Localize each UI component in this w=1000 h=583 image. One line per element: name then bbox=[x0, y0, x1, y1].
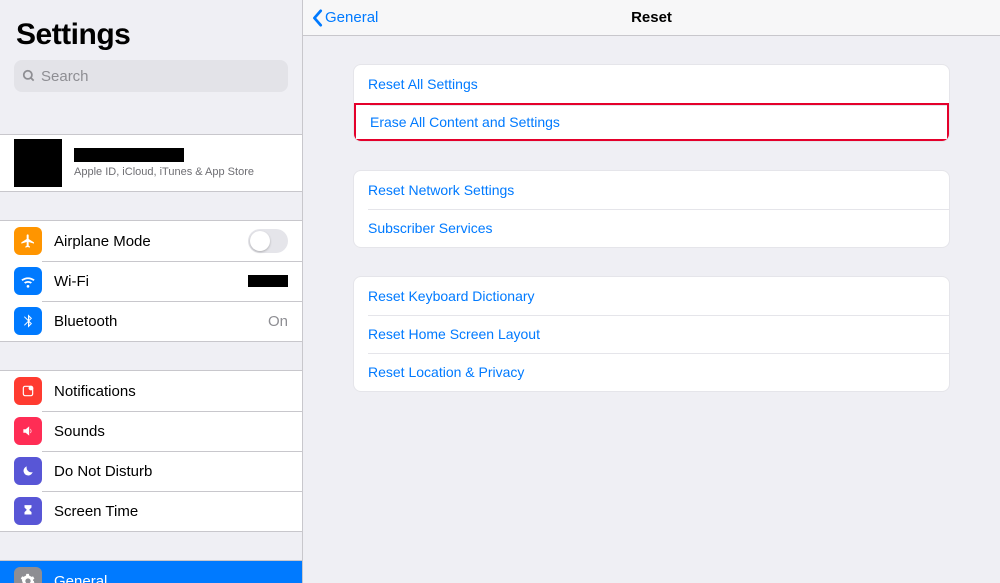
dnd-label: Do Not Disturb bbox=[54, 463, 288, 480]
notifications-label: Notifications bbox=[54, 383, 288, 400]
reset-location-privacy[interactable]: Reset Location & Privacy bbox=[354, 353, 949, 391]
airplane-icon bbox=[14, 227, 42, 255]
bluetooth-value: On bbox=[268, 313, 288, 330]
wifi-row[interactable]: Wi-Fi bbox=[0, 261, 302, 301]
app-root: Settings Search Apple ID, iCloud, iTunes… bbox=[0, 0, 1000, 583]
subscriber-services[interactable]: Subscriber Services bbox=[354, 209, 949, 247]
reset-card-2: Reset Network Settings Subscriber Servic… bbox=[353, 170, 950, 248]
reset-card-3: Reset Keyboard Dictionary Reset Home Scr… bbox=[353, 276, 950, 392]
sounds-label: Sounds bbox=[54, 423, 288, 440]
gear-icon bbox=[14, 567, 42, 583]
screen-time-row[interactable]: Screen Time bbox=[0, 491, 302, 531]
wifi-value-redacted bbox=[248, 275, 288, 287]
search-container: Search bbox=[0, 60, 302, 102]
reset-all-settings[interactable]: Reset All Settings bbox=[354, 65, 949, 103]
moon-icon bbox=[14, 457, 42, 485]
back-button[interactable]: General bbox=[303, 9, 378, 27]
reset-network-settings[interactable]: Reset Network Settings bbox=[354, 171, 949, 209]
search-input[interactable]: Search bbox=[14, 60, 288, 92]
search-placeholder: Search bbox=[41, 68, 89, 85]
do-not-disturb-row[interactable]: Do Not Disturb bbox=[0, 451, 302, 491]
page-title: Reset bbox=[303, 9, 1000, 26]
screen-time-label: Screen Time bbox=[54, 503, 288, 520]
settings-title: Settings bbox=[16, 18, 286, 52]
wifi-label: Wi-Fi bbox=[54, 273, 248, 290]
back-label: General bbox=[325, 9, 378, 26]
apple-id-row[interactable]: Apple ID, iCloud, iTunes & App Store bbox=[0, 135, 302, 191]
wifi-icon bbox=[14, 267, 42, 295]
erase-all-content[interactable]: Erase All Content and Settings bbox=[354, 103, 949, 141]
reset-home-screen-layout[interactable]: Reset Home Screen Layout bbox=[354, 315, 949, 353]
reset-card-1: Reset All Settings Erase All Content and… bbox=[353, 64, 950, 142]
sounds-row[interactable]: Sounds bbox=[0, 411, 302, 451]
preferences-group: Notifications Sounds Do Not Disturb Scre… bbox=[0, 370, 302, 532]
airplane-label: Airplane Mode bbox=[54, 233, 248, 250]
profile-name-redacted bbox=[74, 148, 184, 162]
general-label: General bbox=[54, 573, 288, 583]
settings-sidebar: Settings Search Apple ID, iCloud, iTunes… bbox=[0, 0, 303, 583]
detail-pane: General Reset Reset All Settings Erase A… bbox=[303, 0, 1000, 583]
airplane-mode-row[interactable]: Airplane Mode bbox=[0, 221, 302, 261]
profile-group: Apple ID, iCloud, iTunes & App Store bbox=[0, 134, 302, 192]
hourglass-icon bbox=[14, 497, 42, 525]
bluetooth-icon bbox=[14, 307, 42, 335]
connectivity-group: Airplane Mode Wi-Fi Bluetooth On bbox=[0, 220, 302, 342]
bluetooth-row[interactable]: Bluetooth On bbox=[0, 301, 302, 341]
notifications-icon bbox=[14, 377, 42, 405]
navbar: General Reset bbox=[303, 0, 1000, 36]
search-icon bbox=[22, 69, 36, 83]
sidebar-header: Settings bbox=[0, 0, 302, 60]
sounds-icon bbox=[14, 417, 42, 445]
reset-content: Reset All Settings Erase All Content and… bbox=[303, 36, 1000, 583]
profile-subtitle: Apple ID, iCloud, iTunes & App Store bbox=[74, 166, 254, 178]
profile-texts: Apple ID, iCloud, iTunes & App Store bbox=[74, 148, 254, 178]
chevron-left-icon bbox=[311, 9, 325, 27]
reset-keyboard-dictionary[interactable]: Reset Keyboard Dictionary bbox=[354, 277, 949, 315]
avatar bbox=[14, 139, 62, 187]
airplane-toggle[interactable] bbox=[248, 229, 288, 253]
notifications-row[interactable]: Notifications bbox=[0, 371, 302, 411]
general-group: General bbox=[0, 560, 302, 583]
bluetooth-label: Bluetooth bbox=[54, 313, 268, 330]
general-row[interactable]: General bbox=[0, 561, 302, 583]
